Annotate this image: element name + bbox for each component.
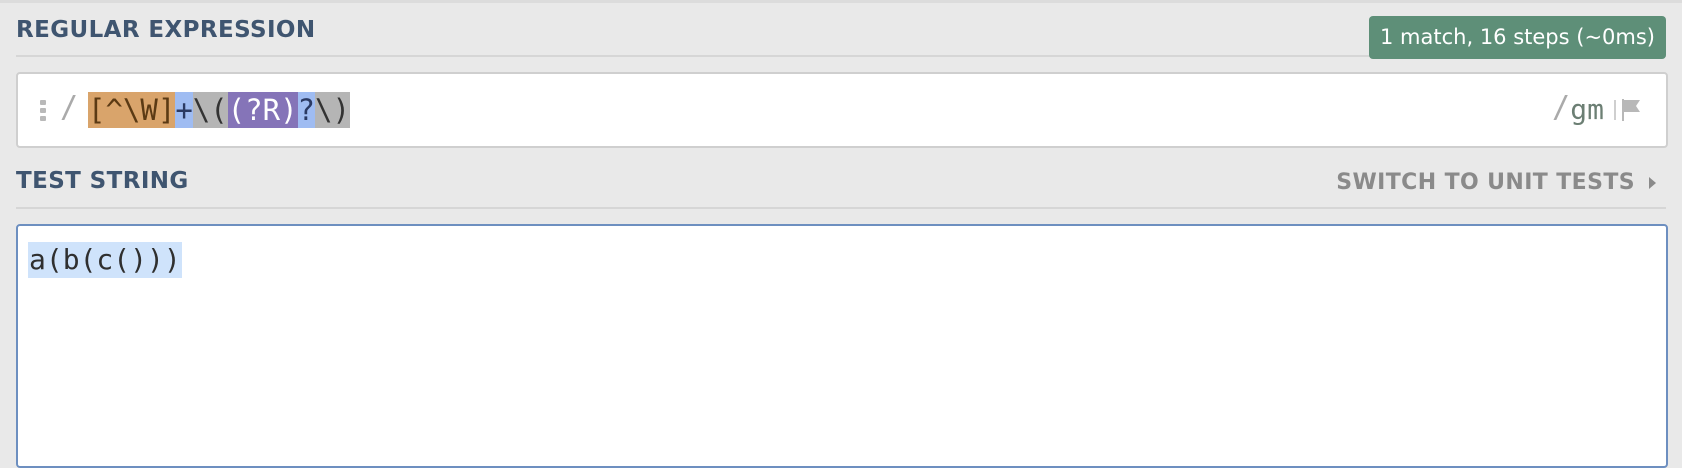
regex-tokens[interactable]: [^\W] + \((?R)? \) bbox=[88, 92, 350, 128]
test-string-textarea[interactable]: a(b(c())) bbox=[16, 224, 1668, 468]
switch-to-unit-tests-link[interactable]: SWITCH TO UNIT TESTS bbox=[1336, 170, 1656, 195]
regex-input[interactable]: / [^\W] + \((?R)? \) / gm bbox=[16, 72, 1668, 148]
test-section-divider bbox=[16, 207, 1666, 209]
test-string-section-title: TEST STRING bbox=[16, 168, 189, 194]
regex-token-escape-close[interactable]: \) bbox=[315, 92, 350, 128]
regex-token-quantifier[interactable]: + bbox=[175, 92, 193, 128]
test-string-match: a(b(c())) bbox=[28, 242, 182, 278]
match-info-badge: 1 match, 16 steps (~0ms) bbox=[1369, 16, 1666, 59]
flags-divider bbox=[1614, 100, 1616, 120]
regex-token-escape-open[interactable]: \( bbox=[192, 92, 228, 128]
regex-section-title: REGULAR EXPRESSION bbox=[16, 17, 316, 43]
close-delimiter: / bbox=[1551, 90, 1570, 125]
regex-token-optional[interactable]: ? bbox=[297, 92, 316, 128]
chevron-right-icon bbox=[1649, 176, 1656, 189]
open-delimiter: / bbox=[60, 90, 79, 125]
switch-to-unit-tests-label: SWITCH TO UNIT TESTS bbox=[1336, 170, 1635, 195]
regex-flags[interactable]: gm bbox=[1570, 92, 1604, 128]
regex-token-charset[interactable]: [^\W] bbox=[88, 92, 176, 128]
flag-icon[interactable] bbox=[1620, 98, 1644, 122]
drag-handle-icon[interactable] bbox=[40, 100, 46, 122]
top-border bbox=[0, 0, 1682, 3]
regex-token-recursion[interactable]: (?R) bbox=[227, 92, 298, 128]
